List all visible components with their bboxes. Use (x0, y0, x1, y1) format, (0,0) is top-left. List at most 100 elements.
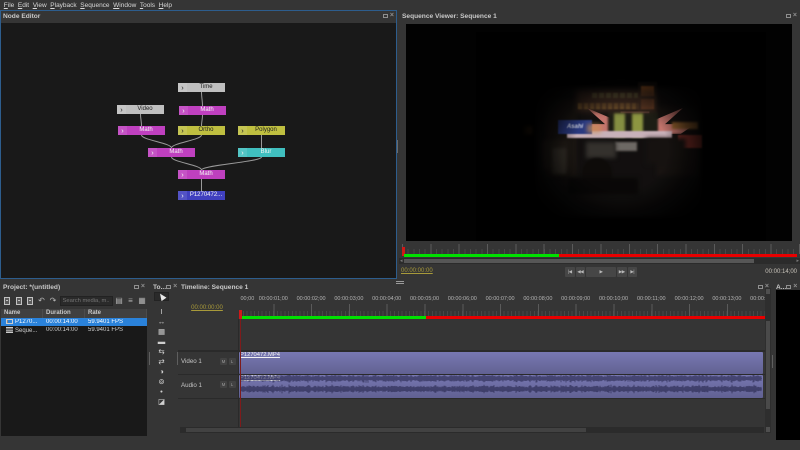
close-panel-icon[interactable] (173, 285, 177, 289)
audio-monitor-screen (776, 290, 800, 440)
slip-tool-button[interactable]: ⇆ (154, 347, 169, 356)
skip-to-start-button[interactable]: |◀ (565, 267, 575, 277)
node-math-3[interactable]: Math (148, 148, 195, 157)
new-project-button[interactable] (2, 295, 12, 306)
scroll-right-icon[interactable]: ▸ (796, 258, 799, 264)
close-panel-icon[interactable] (793, 14, 797, 18)
float-panel-icon[interactable] (785, 14, 791, 18)
viewer-scrollbar-handle[interactable] (404, 259, 754, 263)
menu-view[interactable]: View (31, 2, 49, 9)
timeline-playhead[interactable] (239, 310, 242, 319)
ripple-tool-button[interactable]: ↔ (154, 317, 169, 326)
edit-tool-button[interactable]: I (154, 307, 169, 316)
lock-button[interactable]: L (228, 381, 236, 388)
project-list-header[interactable]: Name Duration Rate (1, 309, 147, 318)
undo-button[interactable] (37, 295, 47, 306)
node-output[interactable]: P1270472... (178, 191, 225, 200)
lock-button[interactable]: L (228, 357, 236, 365)
float-panel-icon[interactable] (166, 285, 172, 289)
viewer-scrollbar[interactable]: ◂ ▸ (399, 258, 800, 264)
column-header-rate[interactable]: Rate (85, 309, 147, 318)
float-panel-icon[interactable] (133, 285, 139, 289)
float-panel-icon[interactable] (786, 285, 792, 289)
hand-tool-button[interactable]: ◑ (154, 367, 169, 376)
fast-forward-button[interactable]: ▶▶ (617, 267, 627, 277)
node-time[interactable]: Time (178, 83, 225, 92)
save-project-button[interactable] (25, 295, 35, 306)
skip-to-start-icon: |◀ (567, 269, 572, 274)
play-icon: ▶ (599, 269, 603, 274)
timeline-current-timecode[interactable]: 00:00:00:00 (178, 305, 236, 311)
timeline-tracks: Video 1MLP1270472.MP4Audio 1MLP1270472.M… (178, 319, 765, 427)
node-ortho[interactable]: Ortho (178, 126, 225, 135)
menu-help[interactable]: Help (157, 2, 174, 9)
float-panel-icon[interactable] (382, 14, 388, 18)
redo-button[interactable] (48, 295, 58, 306)
close-panel-icon[interactable] (390, 14, 394, 18)
sequence-viewer-panel: Sequence Viewer: Sequence 1 × ◂ ▸ 00:00:… (399, 10, 800, 279)
pointer-tool-button[interactable] (154, 292, 169, 302)
timeline-vscrollbar-handle[interactable] (766, 321, 770, 409)
search-media-input[interactable] (59, 295, 113, 306)
timeline-title-bar: Timeline: Sequence 1 (178, 281, 772, 293)
splitter-handle[interactable] (396, 140, 398, 153)
node-math-1[interactable]: Math (179, 106, 226, 115)
rewind-icon: ◀◀ (577, 269, 584, 274)
float-panel-icon[interactable] (757, 285, 763, 289)
project-title-bar: Project: *(untitled) (0, 281, 148, 293)
play-button[interactable]: ▶ (586, 267, 616, 277)
column-header-duration[interactable]: Duration (43, 309, 85, 318)
timeline-hscrollbar[interactable] (180, 427, 764, 433)
splitter-handle[interactable] (176, 352, 178, 365)
scroll-left-icon[interactable]: ◂ (400, 258, 403, 264)
splitter-handle[interactable] (396, 281, 404, 286)
open-project-button[interactable] (14, 295, 24, 306)
menu-tools[interactable]: Tools (138, 2, 157, 9)
mute-button[interactable]: M (220, 381, 227, 388)
media-row-2[interactable]: Seque... 00:00:14:00 59.9401 FPS (1, 326, 147, 335)
media-name: P1270... (15, 318, 38, 325)
icon-view-button[interactable]: ▦ (137, 295, 147, 306)
rolling-tool-button[interactable]: ▦ (154, 327, 169, 336)
ruler-label: 00:00:01;00 (258, 296, 288, 302)
video-clip[interactable]: P1270472.MP4 (239, 351, 763, 374)
rewind-button[interactable]: ◀◀ (575, 267, 585, 277)
node-label: Video (137, 106, 153, 112)
menu-edit[interactable]: Edit (16, 2, 31, 9)
video-clip-icon (6, 318, 13, 324)
ruler-label: 00:00:03;00 (334, 296, 364, 302)
razor-tool-button[interactable]: ▬ (154, 337, 169, 346)
close-panel-icon[interactable] (793, 285, 797, 289)
list-view-button[interactable]: ≡ (126, 295, 136, 306)
node-polygon[interactable]: Polygon (238, 126, 285, 135)
audio-clip[interactable]: P1270472.MP4 (239, 375, 763, 398)
node-math-4[interactable]: Math (178, 170, 225, 179)
tree-view-button[interactable]: ▤ (114, 295, 124, 306)
menu-sequence[interactable]: Sequence (78, 2, 111, 9)
timeline-vscrollbar[interactable] (765, 288, 771, 433)
viewer-current-timecode[interactable]: 00:00:00:00 (401, 268, 433, 274)
node-label: Blur (260, 149, 272, 155)
node-math-2[interactable]: Math (118, 126, 165, 135)
menu-playback[interactable]: Playback (48, 2, 78, 9)
splitter-handle[interactable] (148, 352, 150, 365)
mute-button[interactable]: M (220, 357, 227, 365)
ruler-label: 00:00:07;00 (485, 296, 515, 302)
media-row-1[interactable]: P1270... 00:00:14:00 59.9401 FPS (1, 317, 147, 327)
timeline-hscrollbar-handle[interactable] (186, 428, 586, 432)
node-blur[interactable]: Blur (238, 148, 285, 157)
media-name: Seque... (15, 327, 38, 334)
viewer-cache-bar-cached (404, 254, 559, 257)
node-video[interactable]: Video (117, 105, 164, 114)
node-graph-canvas[interactable]: Time Video Math Math Ortho Polygon Math Blur Mat… (1, 23, 396, 278)
record-tool-button[interactable]: • (154, 387, 169, 396)
transition-tool-button[interactable]: ◪ (154, 397, 169, 406)
close-panel-icon[interactable] (141, 285, 145, 289)
menu-file[interactable]: File (2, 2, 16, 9)
column-header-name[interactable]: Name (1, 309, 43, 318)
menu-window[interactable]: Window (111, 2, 138, 9)
zoom-tool-button[interactable]: ⊚ (154, 377, 169, 386)
slide-tool-button[interactable]: ⇄ (154, 357, 169, 366)
splitter-handle[interactable] (771, 355, 773, 368)
skip-to-end-button[interactable]: ▶| (627, 267, 637, 277)
